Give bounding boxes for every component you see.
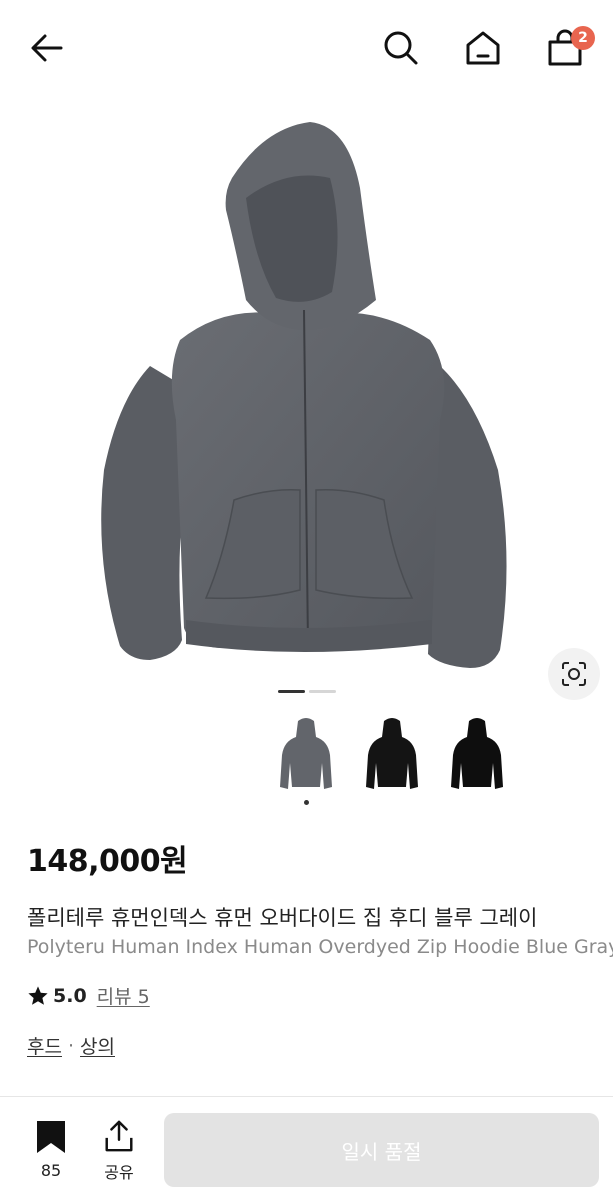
reviews-link[interactable]: 리뷰 5 [97, 982, 150, 1009]
share-label: 공유 [104, 1163, 134, 1182]
thumbnail-black-2[interactable] [442, 712, 512, 796]
category-top-link[interactable]: 상의 [80, 1032, 115, 1059]
rating-row: 5.0 리뷰 5 [27, 982, 150, 1009]
bottom-action-bar: 85 공유 일시 품절 [0, 1096, 613, 1200]
thumbnail-black-1[interactable] [357, 712, 427, 796]
category-hood-link[interactable]: 후드 [27, 1032, 62, 1059]
home-button[interactable] [460, 26, 506, 70]
home-icon [466, 31, 500, 65]
share-button[interactable]: 공유 [96, 1119, 142, 1183]
hoodie-thumb-image [280, 718, 332, 789]
sold-out-button[interactable]: 일시 품절 [164, 1113, 599, 1187]
lens-search-icon [562, 662, 586, 686]
product-title-korean: 폴리테루 휴먼인덱스 휴먼 오버다이드 집 후디 블루 그레이 [27, 906, 538, 930]
hoodie-thumb-image [451, 718, 503, 789]
gallery-pagination [278, 690, 336, 694]
bookmark-button[interactable]: 85 [28, 1119, 74, 1183]
product-image[interactable] [0, 96, 613, 696]
bookmark-count: 85 [40, 1161, 62, 1180]
cart-count-badge: 2 [571, 26, 595, 50]
selected-thumb-indicator [304, 800, 309, 805]
back-button[interactable] [22, 26, 72, 70]
page-dot-active [278, 690, 305, 693]
product-price: 148,000원 [27, 844, 188, 879]
lens-search-button[interactable] [548, 648, 600, 700]
share-icon [105, 1120, 133, 1152]
top-bar: 2 [0, 0, 613, 96]
star-icon [28, 985, 48, 1005]
thumbnail-gray[interactable] [271, 712, 341, 796]
rating-score: 5.0 [53, 984, 87, 1007]
thumbnail-strip [0, 712, 613, 812]
page-dot [309, 690, 336, 693]
category-breadcrumb: 후드 · 상의 [27, 1032, 115, 1059]
category-separator: · [67, 1034, 75, 1057]
bookmark-icon [37, 1121, 65, 1153]
hoodie-thumb-image [366, 718, 418, 789]
arrow-left-icon [31, 34, 63, 62]
hoodie-image [101, 122, 507, 668]
search-icon [384, 31, 418, 65]
product-title-english: Polyteru Human Index Human Overdyed Zip … [27, 936, 613, 958]
search-button[interactable] [378, 26, 424, 70]
